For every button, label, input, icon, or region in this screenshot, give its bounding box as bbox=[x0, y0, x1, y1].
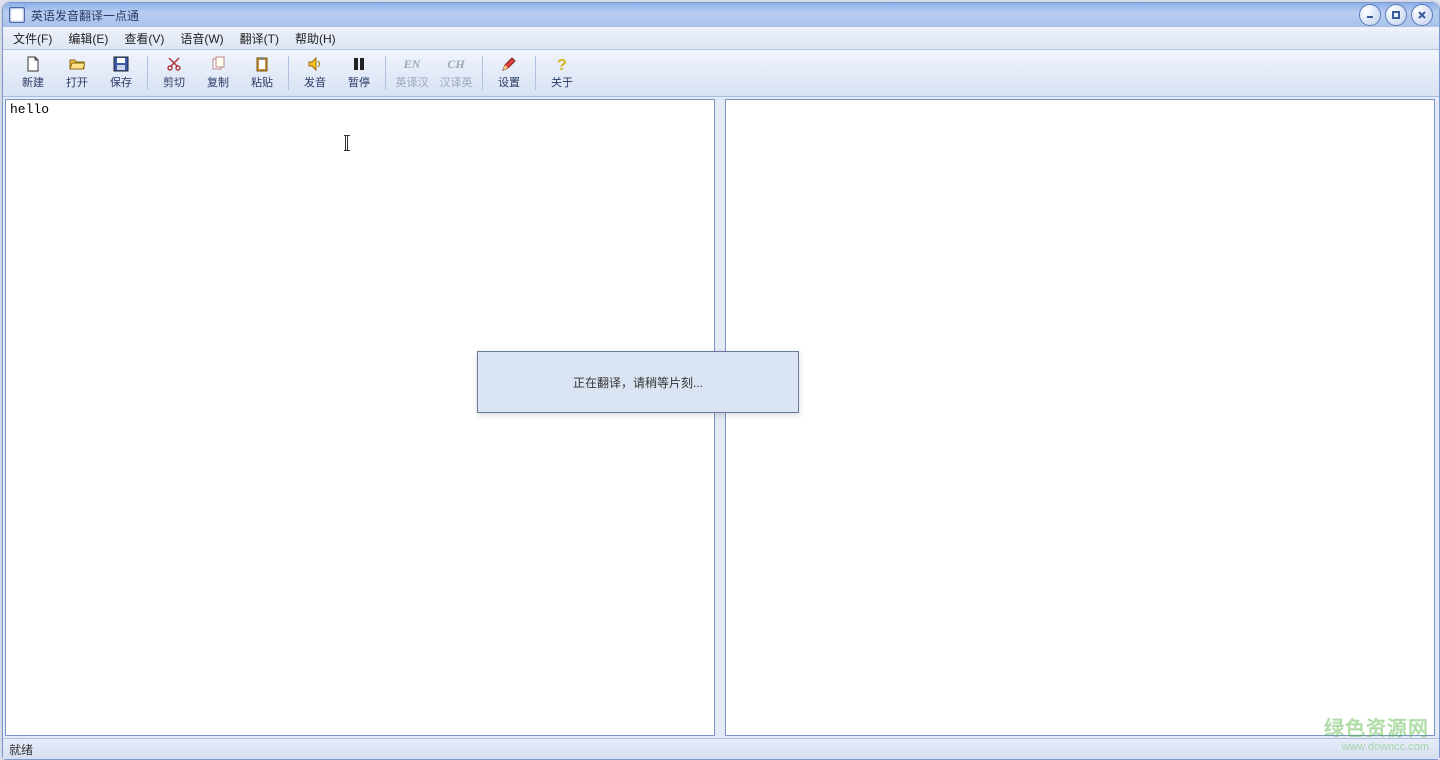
content-area bbox=[3, 97, 1439, 738]
paste-clipboard-icon bbox=[253, 56, 271, 72]
about-button[interactable]: ? 关于 bbox=[540, 52, 584, 94]
paste-button[interactable]: 粘贴 bbox=[240, 52, 284, 94]
cut-button[interactable]: 剪切 bbox=[152, 52, 196, 94]
source-pane bbox=[5, 99, 715, 736]
speak-button[interactable]: 发音 bbox=[293, 52, 337, 94]
toolbar-separator bbox=[385, 56, 386, 90]
copy-button[interactable]: 复制 bbox=[196, 52, 240, 94]
window-title: 英语发音翻译一点通 bbox=[31, 7, 139, 24]
app-window: 英语发音翻译一点通 文件(F) 编辑(E) 查看(V) 语音(W) 翻译(T) … bbox=[2, 2, 1440, 760]
menu-view[interactable]: 查看(V) bbox=[118, 28, 170, 49]
translating-dialog: 正在翻译，请稍等片刻... bbox=[477, 351, 799, 413]
toolbar-separator bbox=[535, 56, 536, 90]
svg-text:?: ? bbox=[557, 57, 567, 72]
minimize-button[interactable] bbox=[1359, 4, 1381, 26]
toolbar-separator bbox=[482, 56, 483, 90]
pause-icon bbox=[350, 56, 368, 72]
new-file-icon bbox=[24, 56, 42, 72]
toolbar-separator bbox=[147, 56, 148, 90]
save-floppy-icon bbox=[112, 56, 130, 72]
menu-help[interactable]: 帮助(H) bbox=[289, 28, 342, 49]
pause-button[interactable]: 暂停 bbox=[337, 52, 381, 94]
status-bar: 就绪 bbox=[3, 738, 1439, 759]
dialog-message: 正在翻译，请稍等片刻... bbox=[573, 374, 703, 391]
status-text: 就绪 bbox=[9, 741, 33, 758]
title-bar: 英语发音翻译一点通 bbox=[3, 3, 1439, 27]
close-button[interactable] bbox=[1411, 4, 1433, 26]
save-button[interactable]: 保存 bbox=[99, 52, 143, 94]
menu-voice[interactable]: 语音(W) bbox=[174, 28, 229, 49]
open-folder-icon bbox=[68, 56, 86, 72]
copy-icon bbox=[209, 56, 227, 72]
target-textarea[interactable] bbox=[726, 100, 1434, 735]
pencil-settings-icon bbox=[500, 56, 518, 72]
scissors-icon bbox=[165, 56, 183, 72]
open-button[interactable]: 打开 bbox=[55, 52, 99, 94]
menu-translate[interactable]: 翻译(T) bbox=[234, 28, 285, 49]
source-textarea[interactable] bbox=[6, 100, 714, 735]
toolbar-separator bbox=[288, 56, 289, 90]
en-text-icon: EN bbox=[403, 56, 421, 72]
menu-file[interactable]: 文件(F) bbox=[7, 28, 58, 49]
toolbar: 新建 打开 保存 剪切 复制 bbox=[3, 50, 1439, 97]
new-button[interactable]: 新建 bbox=[11, 52, 55, 94]
question-help-icon: ? bbox=[553, 56, 571, 72]
minimize-icon bbox=[1365, 10, 1375, 20]
target-pane bbox=[725, 99, 1435, 736]
cn-to-en-button[interactable]: CH 汉译英 bbox=[434, 52, 478, 94]
menu-bar: 文件(F) 编辑(E) 查看(V) 语音(W) 翻译(T) 帮助(H) bbox=[3, 27, 1439, 50]
speaker-icon bbox=[306, 56, 324, 72]
maximize-button[interactable] bbox=[1385, 4, 1407, 26]
menu-edit[interactable]: 编辑(E) bbox=[62, 28, 114, 49]
en-to-cn-button[interactable]: EN 英译汉 bbox=[390, 52, 434, 94]
close-icon bbox=[1417, 10, 1427, 20]
app-icon bbox=[9, 7, 25, 23]
ch-text-icon: CH bbox=[447, 56, 465, 72]
maximize-icon bbox=[1391, 10, 1401, 20]
settings-button[interactable]: 设置 bbox=[487, 52, 531, 94]
